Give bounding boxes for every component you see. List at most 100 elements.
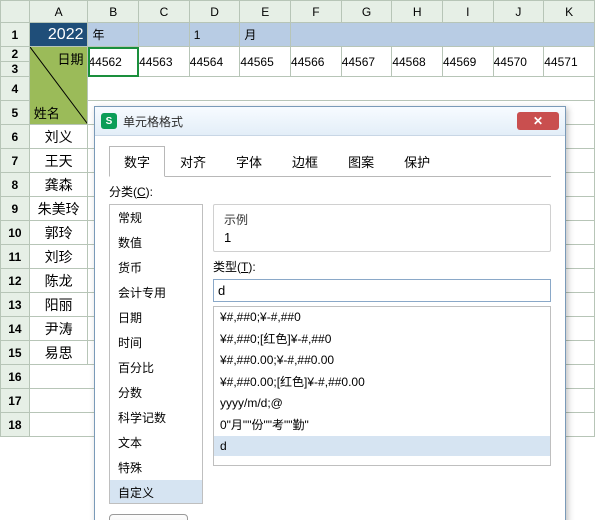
blank[interactable]: [88, 77, 595, 101]
row-header[interactable]: 5: [1, 101, 30, 125]
col-header[interactable]: B: [88, 1, 139, 23]
name-cell[interactable]: 王天: [29, 149, 88, 173]
category-item[interactable]: 会计专用: [110, 280, 202, 305]
name-cell[interactable]: 陈龙: [29, 269, 88, 293]
category-label: 分类(C):: [109, 183, 551, 200]
tab-2[interactable]: 字体: [221, 146, 277, 176]
date-serial-cell[interactable]: 44567: [341, 47, 392, 77]
col-header[interactable]: J: [493, 1, 544, 23]
row-header[interactable]: 12: [1, 269, 30, 293]
col-header[interactable]: E: [240, 1, 291, 23]
row-header[interactable]: 15: [1, 341, 30, 365]
col-header[interactable]: K: [544, 1, 595, 23]
date-serial-cell[interactable]: 44562: [88, 47, 139, 77]
format-item[interactable]: ¥#,##0.00;¥-#,##0.00: [214, 350, 550, 370]
diag-header[interactable]: 日期 姓名: [29, 47, 88, 125]
date-serial-cell[interactable]: 44566: [291, 47, 342, 77]
category-item[interactable]: 特殊: [110, 455, 202, 480]
tab-strip: 数字对齐字体边框图案保护: [109, 146, 551, 177]
format-item[interactable]: d: [214, 436, 550, 456]
date-serial-cell[interactable]: 44563: [139, 47, 190, 77]
format-list[interactable]: ¥#,##0;¥-#,##0¥#,##0;[红色]¥-#,##0¥#,##0.0…: [213, 306, 551, 466]
date-serial-cell[interactable]: 44568: [392, 47, 443, 77]
category-item[interactable]: 百分比: [110, 355, 202, 380]
month-cell[interactable]: 1: [189, 23, 240, 47]
category-item[interactable]: 科学记数: [110, 405, 202, 430]
sample-label: 示例: [224, 211, 540, 228]
format-item[interactable]: ¥#,##0.00;[红色]¥-#,##0.00: [214, 370, 550, 393]
row-header[interactable]: 17: [1, 389, 30, 413]
row-header[interactable]: 13: [1, 293, 30, 317]
format-item[interactable]: ¥#,##0;¥-#,##0: [214, 307, 550, 327]
tab-4[interactable]: 图案: [333, 146, 389, 176]
row-header[interactable]: 8: [1, 173, 30, 197]
col-header[interactable]: G: [341, 1, 392, 23]
category-item[interactable]: 货币: [110, 255, 202, 280]
date-serial-cell[interactable]: 44564: [189, 47, 240, 77]
delete-button[interactable]: 删除(D): [109, 514, 188, 520]
col-header[interactable]: H: [392, 1, 443, 23]
dialog-title: 单元格格式: [123, 113, 517, 130]
name-cell[interactable]: 刘珍: [29, 245, 88, 269]
date-serial-cell[interactable]: 44571: [544, 47, 595, 77]
type-label: 类型(T):: [213, 258, 551, 275]
sample-value: 1: [224, 230, 540, 245]
category-item[interactable]: 时间: [110, 330, 202, 355]
tab-0[interactable]: 数字: [109, 146, 165, 177]
row-header[interactable]: 7: [1, 149, 30, 173]
year-suffix[interactable]: 年: [88, 23, 139, 47]
name-cell[interactable]: 朱美玲: [29, 197, 88, 221]
row-header[interactable]: 9: [1, 197, 30, 221]
name-cell[interactable]: 郭玲: [29, 221, 88, 245]
name-cell[interactable]: 尹涛: [29, 317, 88, 341]
tab-5[interactable]: 保护: [389, 146, 445, 176]
col-header[interactable]: A: [29, 1, 88, 23]
tab-3[interactable]: 边框: [277, 146, 333, 176]
name-cell[interactable]: 龚森: [29, 173, 88, 197]
type-input[interactable]: [213, 279, 551, 302]
corner-cell[interactable]: [1, 1, 30, 23]
row-header[interactable]: 1: [1, 23, 30, 47]
date-serial-cell[interactable]: 44570: [493, 47, 544, 77]
row-header[interactable]: 10: [1, 221, 30, 245]
name-cell[interactable]: 易思: [29, 341, 88, 365]
category-item[interactable]: 自定义: [110, 480, 202, 504]
name-cell[interactable]: 阳丽: [29, 293, 88, 317]
format-item[interactable]: yyyy/m/d;@: [214, 393, 550, 413]
row-header[interactable]: 2: [1, 47, 30, 62]
sample-box: 示例 1: [213, 204, 551, 252]
format-cells-dialog: S 单元格格式 ✕ 数字对齐字体边框图案保护 分类(C): 常规数值货币会计专用…: [94, 106, 566, 520]
category-item[interactable]: 常规: [110, 205, 202, 230]
format-item[interactable]: ¥#,##0;[红色]¥-#,##0: [214, 327, 550, 350]
col-header[interactable]: C: [139, 1, 190, 23]
blank[interactable]: [139, 23, 190, 47]
date-label: 日期: [57, 49, 83, 68]
format-item[interactable]: 0"月""份""考""勤": [214, 413, 550, 436]
category-item[interactable]: 文本: [110, 430, 202, 455]
col-header[interactable]: D: [189, 1, 240, 23]
row-header[interactable]: 16: [1, 365, 30, 389]
row-header[interactable]: 14: [1, 317, 30, 341]
dialog-titlebar[interactable]: S 单元格格式 ✕: [95, 107, 565, 136]
category-item[interactable]: 数值: [110, 230, 202, 255]
spreadsheet: ABCDEFGHIJK 1 2022 年 1 月 2 日期 姓名 44562 4…: [0, 0, 595, 520]
month-suffix[interactable]: 月: [240, 23, 291, 47]
row-header[interactable]: 11: [1, 245, 30, 269]
year-cell[interactable]: 2022: [29, 23, 88, 47]
name-cell[interactable]: 刘义: [29, 125, 88, 149]
blank[interactable]: [291, 23, 595, 47]
row-header[interactable]: 4: [1, 77, 30, 101]
row-header[interactable]: 6: [1, 125, 30, 149]
close-icon: ✕: [533, 114, 543, 128]
row-header[interactable]: 18: [1, 413, 30, 437]
category-item[interactable]: 分数: [110, 380, 202, 405]
col-header[interactable]: F: [291, 1, 342, 23]
date-serial-cell[interactable]: 44565: [240, 47, 291, 77]
tab-1[interactable]: 对齐: [165, 146, 221, 176]
category-item[interactable]: 日期: [110, 305, 202, 330]
col-header[interactable]: I: [442, 1, 493, 23]
close-button[interactable]: ✕: [517, 112, 559, 130]
date-serial-cell[interactable]: 44569: [442, 47, 493, 77]
row-header[interactable]: 3: [1, 62, 30, 77]
category-list[interactable]: 常规数值货币会计专用日期时间百分比分数科学记数文本特殊自定义: [109, 204, 203, 504]
